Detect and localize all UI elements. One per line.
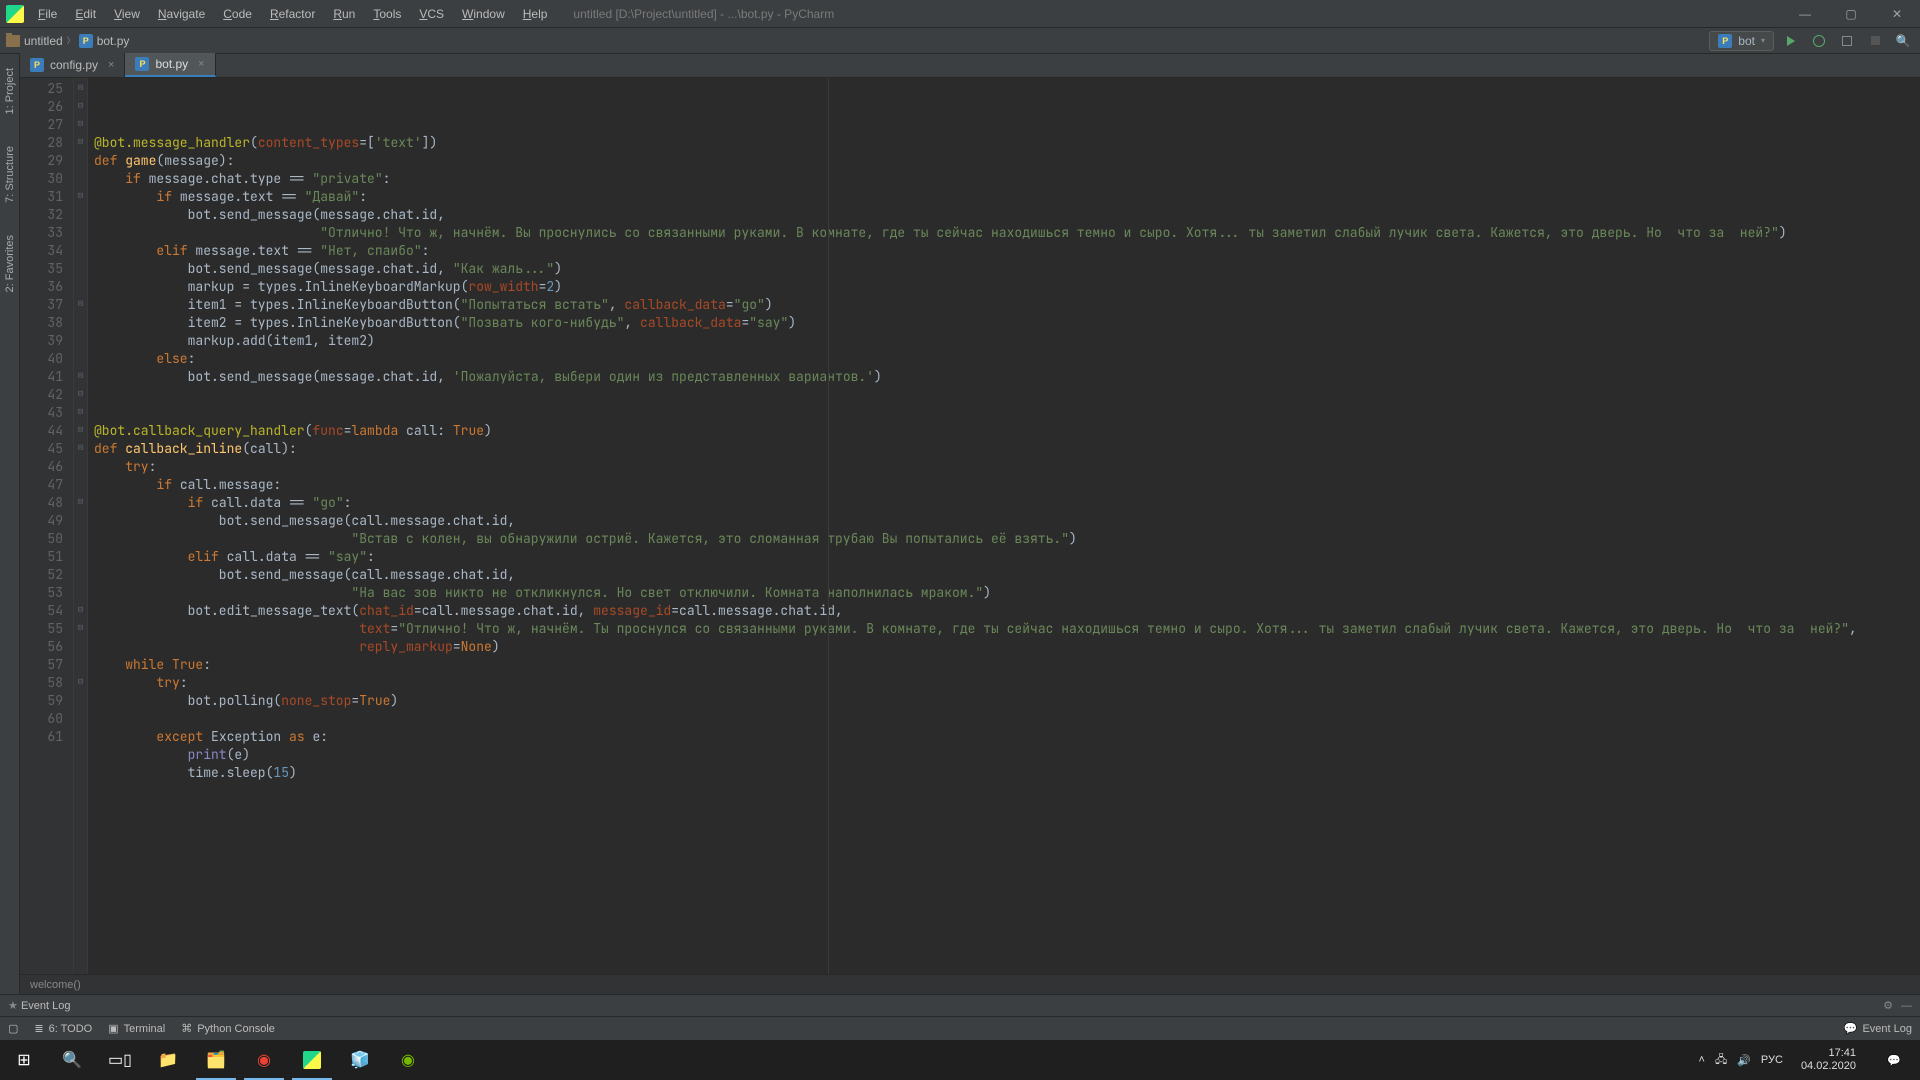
check-icon: ≣	[34, 1022, 43, 1035]
left-tool-stripe: 1: Project 7: Structure 2: Favorites	[0, 54, 20, 994]
side-tab----favorites[interactable]: 2: Favorites	[2, 229, 18, 298]
folder-button[interactable]: 🗂️	[192, 1040, 240, 1080]
task-view-button[interactable]: ▭▯	[96, 1040, 144, 1080]
side-tab----structure[interactable]: 7: Structure	[2, 140, 18, 209]
time-label: 17:41	[1801, 1047, 1856, 1060]
system-tray: ˄ 🖧 🔊 РУС 17:41 04.02.2020 💬	[1699, 1040, 1920, 1080]
play-icon	[1787, 36, 1795, 46]
debug-button[interactable]	[1808, 30, 1830, 52]
menu-edit[interactable]: Edit	[67, 3, 104, 25]
breadcrumb-file: bot.py	[97, 34, 130, 48]
menu-help[interactable]: Help	[515, 3, 556, 25]
menu-code[interactable]: Code	[215, 3, 260, 25]
code-breadcrumb[interactable]: welcome()	[20, 974, 1920, 994]
hide-icon[interactable]: —	[1901, 1000, 1912, 1012]
volume-icon[interactable]: 🔊	[1737, 1054, 1751, 1067]
stop-button[interactable]	[1864, 30, 1886, 52]
python-icon: ⌘	[181, 1022, 192, 1035]
stop-icon	[1871, 36, 1880, 45]
run-config-label: bot	[1738, 34, 1755, 48]
menu-view[interactable]: View	[106, 3, 148, 25]
main-area: 1: Project 7: Structure 2: Favorites Pconf…	[0, 54, 1920, 994]
menu-refactor[interactable]: Refactor	[262, 3, 323, 25]
bug-icon	[1813, 35, 1825, 47]
breadcrumb-function: welcome()	[30, 979, 81, 991]
speech-icon: 💬	[1844, 1022, 1858, 1035]
tool-window-event-log[interactable]: 💬Event Log	[1844, 1022, 1912, 1035]
coverage-icon	[1842, 36, 1852, 46]
side-tab----project[interactable]: 1: Project	[2, 62, 18, 120]
breadcrumb-project: untitled	[24, 34, 63, 48]
start-button[interactable]: ⊞	[0, 1040, 48, 1080]
code-content[interactable]: @bot.message_handler(content_types=['tex…	[88, 78, 1920, 974]
file-tabs: Pconfig.py×Pbot.py×	[20, 54, 1920, 78]
maximize-button[interactable]: ▢	[1828, 0, 1874, 28]
tool-window-todo[interactable]: ≣6: TODO	[34, 1022, 92, 1035]
network-icon[interactable]: 🖧	[1715, 1051, 1727, 1070]
python-file-icon: P	[79, 34, 93, 48]
menu-vcs[interactable]: VCS	[411, 3, 452, 25]
run-with-coverage-button[interactable]	[1836, 30, 1858, 52]
chrome-button[interactable]: ◉	[240, 1040, 288, 1080]
main-menu: FileEditViewNavigateCodeRefactorRunTools…	[30, 3, 555, 25]
menu-navigate[interactable]: Navigate	[150, 3, 213, 25]
code-editor[interactable]: 2526272829303132333435363738394041424344…	[20, 78, 1920, 974]
tool-window-messages[interactable]: ▢	[8, 1022, 18, 1035]
tool-window-terminal[interactable]: ▣Terminal	[108, 1022, 165, 1035]
pycharm-taskbar-button[interactable]	[288, 1040, 336, 1080]
fold-gutter[interactable]: ⊟⊟⊟⊟⊟⊟⊟⊟⊟⊟⊟⊟⊟⊟⊟	[74, 78, 88, 974]
chevron-down-icon: ▾	[1761, 36, 1765, 45]
line-number-gutter[interactable]: 2526272829303132333435363738394041424344…	[20, 78, 74, 974]
editor-area: Pconfig.py×Pbot.py× 25262728293031323334…	[20, 54, 1920, 994]
search-everywhere-button[interactable]	[1892, 30, 1914, 52]
menu-tools[interactable]: Tools	[365, 3, 409, 25]
clock[interactable]: 17:41 04.02.2020	[1793, 1047, 1864, 1073]
terminal-icon: ▣	[108, 1022, 118, 1035]
minimize-button[interactable]: —	[1782, 0, 1828, 28]
python-file-icon: P	[1718, 34, 1732, 48]
gear-icon[interactable]: ⚙	[1883, 999, 1893, 1012]
windows-taskbar: ⊞ 🔍 ▭▯ 📁 🗂️ ◉ 🧊 ◉ ˄ 🖧 🔊 РУС 17:41 04.02.…	[0, 1040, 1920, 1080]
menu-run[interactable]: Run	[325, 3, 363, 25]
close-button[interactable]: ✕	[1874, 0, 1920, 28]
chevron-right-icon: 〉	[67, 35, 75, 46]
file-explorer-button[interactable]: 📁	[144, 1040, 192, 1080]
file-tab-bot-py[interactable]: Pbot.py×	[125, 53, 215, 77]
menu-file[interactable]: File	[30, 3, 65, 25]
navigation-bar: untitled 〉 P bot.py P bot ▾	[0, 28, 1920, 54]
close-tab-icon[interactable]: ×	[108, 59, 114, 71]
input-language[interactable]: РУС	[1761, 1054, 1783, 1066]
square-icon: ▢	[8, 1022, 18, 1035]
file-tab-config-py[interactable]: Pconfig.py×	[20, 53, 125, 77]
bottom-tool-stripe: ▢ ≣6: TODO ▣Terminal ⌘Python Console 💬Ev…	[0, 1016, 1920, 1040]
pycharm-icon	[303, 1051, 321, 1069]
pycharm-icon	[6, 5, 24, 23]
action-center-button[interactable]: 💬	[1874, 1040, 1914, 1080]
nvidia-button[interactable]: ◉	[384, 1040, 432, 1080]
folder-icon	[6, 35, 20, 47]
run-button[interactable]	[1780, 30, 1802, 52]
event-log-panel-header[interactable]: ★ Event Log ⚙ —	[0, 994, 1920, 1016]
close-tab-icon[interactable]: ×	[198, 58, 204, 70]
date-label: 04.02.2020	[1801, 1060, 1856, 1073]
window-title: untitled [D:\Project\untitled] - ...\bot…	[573, 7, 834, 21]
title-bar: FileEditViewNavigateCodeRefactorRunTools…	[0, 0, 1920, 28]
event-log-label: Event Log	[21, 1000, 71, 1012]
search-button[interactable]: 🔍	[48, 1040, 96, 1080]
tray-expand-icon[interactable]: ˄	[1699, 1054, 1705, 1066]
breadcrumb[interactable]: untitled 〉 P bot.py	[6, 34, 129, 48]
toolbox-button[interactable]: 🧊	[336, 1040, 384, 1080]
run-configuration-selector[interactable]: P bot ▾	[1709, 31, 1774, 51]
window-controls: — ▢ ✕	[1782, 0, 1920, 28]
tool-window-python-console[interactable]: ⌘Python Console	[181, 1022, 275, 1035]
menu-window[interactable]: Window	[454, 3, 513, 25]
python-file-icon: P	[135, 57, 149, 71]
python-file-icon: P	[30, 58, 44, 72]
